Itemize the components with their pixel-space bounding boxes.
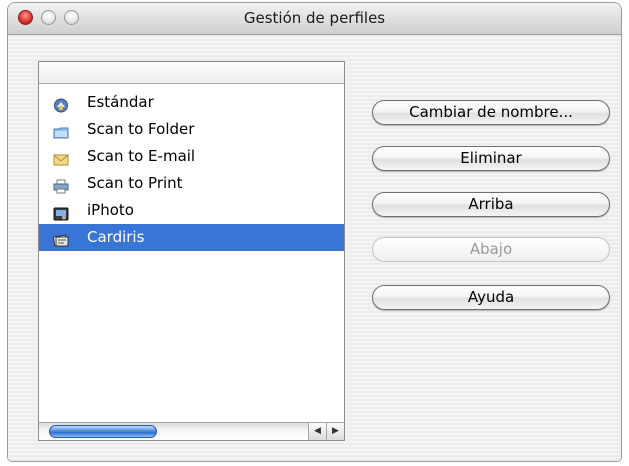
help-button[interactable]: Ayuda xyxy=(372,285,610,310)
profile-list[interactable]: Estándar Scan to Folder Scan to E-mail S… xyxy=(38,61,345,441)
window-title: Gestión de perfiles xyxy=(243,9,386,27)
move-down-button[interactable]: Abajo xyxy=(372,237,610,262)
list-item-label: Scan to Print xyxy=(87,174,183,192)
list-item-label: Scan to Folder xyxy=(87,120,195,138)
profile-management-window: Gestión de perfiles Estándar Scan to Fol… xyxy=(8,3,621,461)
scrollbar-thumb[interactable] xyxy=(49,425,157,438)
list-item-estandar[interactable]: Estándar xyxy=(39,89,344,116)
scroll-arrows: ◀ ▶ xyxy=(294,423,344,440)
scroll-right-arrow-icon[interactable]: ▶ xyxy=(326,423,344,440)
list-item-label: iPhoto xyxy=(87,201,134,219)
scroll-left-arrow-icon[interactable]: ◀ xyxy=(308,423,326,440)
profile-list-items: Estándar Scan to Folder Scan to E-mail S… xyxy=(39,89,344,251)
cardiris-icon xyxy=(52,230,69,247)
list-item-iphoto[interactable]: iPhoto xyxy=(39,197,344,224)
email-icon xyxy=(53,149,69,166)
standard-icon xyxy=(53,95,69,113)
list-item-scan-to-email[interactable]: Scan to E-mail xyxy=(39,143,344,170)
list-item-label: Cardiris xyxy=(87,228,145,246)
list-item-cardiris[interactable]: Cardiris xyxy=(39,224,344,251)
title-bar[interactable]: Gestión de perfiles xyxy=(8,3,621,35)
list-item-scan-to-folder[interactable]: Scan to Folder xyxy=(39,116,344,143)
printer-icon xyxy=(53,176,69,194)
list-item-label: Scan to E-mail xyxy=(87,147,196,165)
horizontal-scrollbar[interactable]: ◀ ▶ xyxy=(39,422,344,440)
list-item-scan-to-print[interactable]: Scan to Print xyxy=(39,170,344,197)
rename-button[interactable]: Cambiar de nombre... xyxy=(372,100,610,125)
move-up-button[interactable]: Arriba xyxy=(372,192,610,217)
folder-icon xyxy=(53,122,69,139)
list-item-label: Estándar xyxy=(87,93,154,111)
delete-button[interactable]: Eliminar xyxy=(372,146,610,171)
list-header xyxy=(39,62,344,84)
iphoto-icon xyxy=(53,203,69,221)
